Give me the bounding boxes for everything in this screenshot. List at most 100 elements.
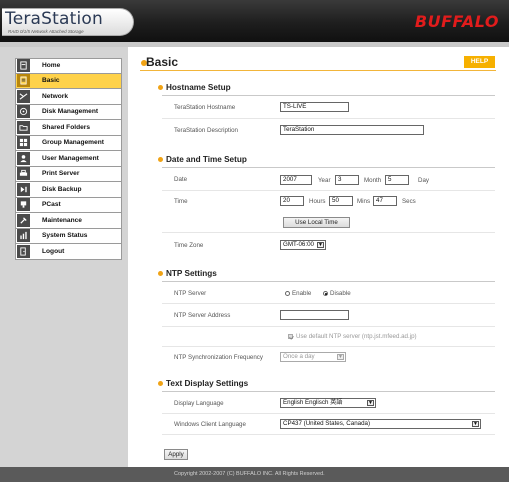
help-button[interactable]: HELP bbox=[464, 56, 495, 68]
timezone-value: GMT-06:00 bbox=[283, 241, 314, 248]
terastation-logo: TeraStation bbox=[5, 9, 103, 29]
backup-icon bbox=[17, 182, 30, 196]
section-bullet-icon bbox=[158, 85, 163, 90]
main-content: Basic HELP Hostname Setup TeraStation Ho… bbox=[128, 47, 509, 467]
ntp-address-field[interactable] bbox=[280, 310, 349, 320]
disk-icon bbox=[17, 105, 30, 119]
client-language-value: CP437 (United States, Canada) bbox=[283, 420, 371, 427]
ntp-server-label: NTP Server bbox=[174, 290, 207, 297]
sidebar-item-logout[interactable]: Logout bbox=[15, 244, 122, 260]
chevron-down-icon: ▼ bbox=[337, 354, 344, 360]
day-unit: Day bbox=[418, 177, 430, 184]
logo-tagline: RAID 0/1/5 Network Attached Storage bbox=[8, 29, 84, 34]
tools-icon bbox=[17, 213, 30, 227]
section-divider bbox=[162, 281, 495, 282]
ntp-disable-radio[interactable]: Disable bbox=[323, 290, 351, 297]
section-title-ntp: NTP Settings bbox=[166, 269, 217, 278]
section-divider bbox=[162, 391, 495, 392]
home-icon bbox=[17, 59, 30, 73]
row-divider bbox=[162, 118, 495, 119]
folder-icon bbox=[17, 120, 30, 134]
ntp-enable-radio[interactable]: Enable bbox=[285, 290, 311, 297]
mins-field[interactable]: 50 bbox=[329, 196, 353, 206]
description-field[interactable]: TeraStation bbox=[280, 125, 424, 135]
display-language-select[interactable]: English Englisch 英語 ▼ bbox=[280, 398, 376, 408]
display-language-label: Display Language bbox=[174, 400, 224, 407]
sidebar-item-system-status[interactable]: System Status bbox=[15, 228, 122, 244]
sidebar-item-home[interactable]: Home bbox=[15, 58, 122, 74]
sidebar-item-label: Network bbox=[42, 92, 69, 100]
year-unit: Year bbox=[318, 177, 331, 184]
display-language-value: English Englisch 英語 bbox=[283, 399, 343, 406]
basic-settings-icon bbox=[17, 74, 30, 88]
time-label: Time bbox=[174, 198, 188, 205]
ntp-disable-label: Disable bbox=[330, 290, 351, 297]
checkbox-checked-icon bbox=[288, 334, 293, 339]
sidebar-item-disk-management[interactable]: Disk Management bbox=[15, 104, 122, 120]
section-title-datetime: Date and Time Setup bbox=[166, 155, 247, 164]
apply-button[interactable]: Apply bbox=[164, 449, 188, 460]
sidebar-item-group-management[interactable]: Group Management bbox=[15, 135, 122, 151]
default-ntp-label: Use default NTP server (ntp.jst.mfeed.ad… bbox=[296, 333, 417, 340]
chevron-down-icon: ▼ bbox=[367, 400, 374, 406]
sidebar-item-pcast[interactable]: PCast bbox=[15, 197, 122, 213]
sidebar: Home Basic Network Disk Management Share… bbox=[0, 47, 128, 467]
day-field[interactable]: 5 bbox=[385, 175, 409, 185]
sidebar-item-disk-backup[interactable]: Disk Backup bbox=[15, 182, 122, 198]
client-language-label: Windows Client Language bbox=[174, 421, 246, 428]
hostname-label: TeraStation Hostname bbox=[174, 104, 236, 111]
sidebar-item-shared-folders[interactable]: Shared Folders bbox=[15, 120, 122, 136]
ntp-sync-select[interactable]: Once a day ▼ bbox=[280, 352, 346, 362]
buffalo-logo: BUFFALO bbox=[414, 12, 499, 31]
status-icon bbox=[17, 229, 30, 243]
sidebar-item-label: User Management bbox=[42, 154, 99, 162]
group-icon bbox=[17, 136, 30, 150]
month-field[interactable]: 3 bbox=[335, 175, 359, 185]
row-divider bbox=[162, 190, 495, 191]
hours-unit: Hours bbox=[309, 198, 326, 205]
sidebar-nav: Home Basic Network Disk Management Share… bbox=[15, 58, 122, 260]
sidebar-item-maintenance[interactable]: Maintenance bbox=[15, 213, 122, 229]
date-label: Date bbox=[174, 176, 188, 183]
secs-field[interactable]: 47 bbox=[373, 196, 397, 206]
sidebar-item-basic[interactable]: Basic bbox=[15, 73, 122, 89]
network-icon bbox=[17, 89, 30, 103]
sidebar-item-label: Print Server bbox=[42, 170, 80, 178]
sidebar-item-label: PCast bbox=[42, 201, 61, 209]
user-icon bbox=[17, 151, 30, 165]
section-bullet-icon bbox=[158, 271, 163, 276]
sidebar-item-print-server[interactable]: Print Server bbox=[15, 166, 122, 182]
timezone-select[interactable]: GMT-06:00 ▼ bbox=[280, 240, 326, 250]
sidebar-item-network[interactable]: Network bbox=[15, 89, 122, 105]
section-title-hostname: Hostname Setup bbox=[166, 83, 231, 92]
chevron-down-icon: ▼ bbox=[317, 242, 324, 248]
ntp-enable-label: Enable bbox=[292, 290, 312, 297]
ntp-sync-label: NTP Synchronization Frequency bbox=[174, 354, 263, 361]
use-local-time-button[interactable]: Use Local Time bbox=[283, 217, 350, 228]
row-divider bbox=[162, 303, 495, 304]
sidebar-item-label: Shared Folders bbox=[42, 123, 91, 131]
month-unit: Month bbox=[364, 177, 382, 184]
mins-unit: Mins bbox=[357, 198, 371, 205]
year-field[interactable]: 2007 bbox=[280, 175, 312, 185]
sidebar-item-label: Home bbox=[42, 62, 61, 70]
row-divider bbox=[162, 413, 495, 414]
sidebar-item-label: Disk Management bbox=[42, 108, 99, 116]
secs-unit: Secs bbox=[402, 198, 416, 205]
header-bar: TeraStation RAID 0/1/5 Network Attached … bbox=[0, 0, 509, 42]
hours-field[interactable]: 20 bbox=[280, 196, 304, 206]
chevron-down-icon: ▼ bbox=[472, 421, 479, 427]
sidebar-item-label: Maintenance bbox=[42, 216, 82, 224]
section-title-display: Text Display Settings bbox=[166, 379, 249, 388]
sidebar-item-label: System Status bbox=[42, 232, 88, 240]
sidebar-item-label: Group Management bbox=[42, 139, 104, 147]
hostname-field[interactable]: TS-LIVE bbox=[280, 102, 349, 112]
sidebar-item-label: Logout bbox=[42, 247, 65, 255]
row-divider bbox=[162, 232, 495, 233]
default-ntp-checkbox[interactable]: Use default NTP server (ntp.jst.mfeed.ad… bbox=[288, 333, 417, 340]
section-divider bbox=[162, 167, 495, 168]
timezone-label: Time Zone bbox=[174, 242, 204, 249]
client-language-select[interactable]: CP437 (United States, Canada) ▼ bbox=[280, 419, 481, 429]
ntp-address-label: NTP Server Address bbox=[174, 312, 231, 319]
sidebar-item-user-management[interactable]: User Management bbox=[15, 151, 122, 167]
